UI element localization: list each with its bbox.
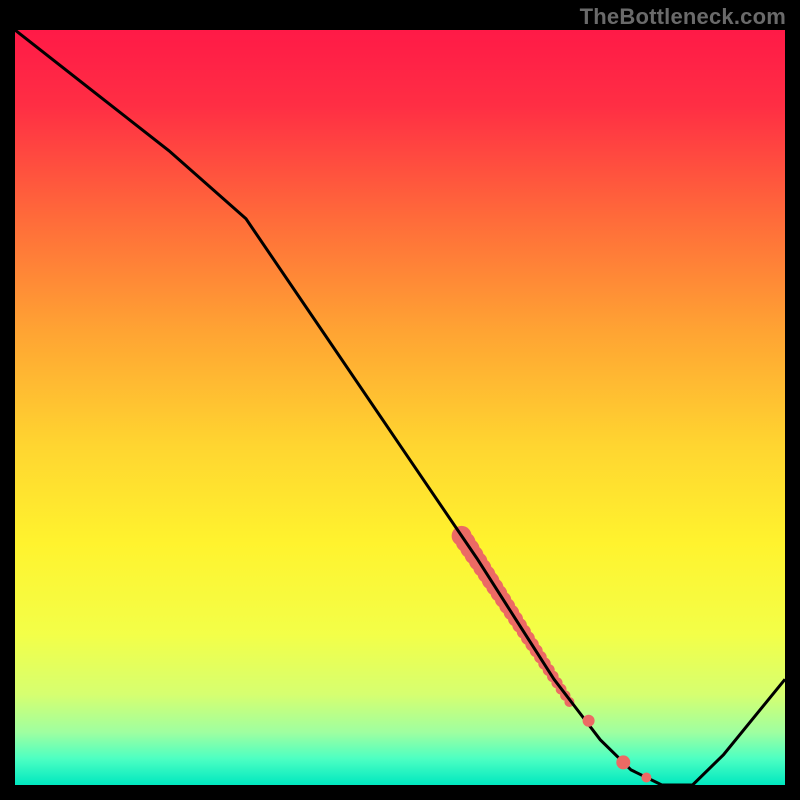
marker-dot — [583, 715, 595, 727]
watermark-text: TheBottleneck.com — [580, 4, 786, 30]
plot-area — [15, 30, 785, 785]
gradient-background — [15, 30, 785, 785]
marker-dot — [616, 755, 630, 769]
marker-dot — [641, 773, 651, 783]
chart-svg — [15, 30, 785, 785]
chart-frame: TheBottleneck.com — [0, 0, 800, 800]
